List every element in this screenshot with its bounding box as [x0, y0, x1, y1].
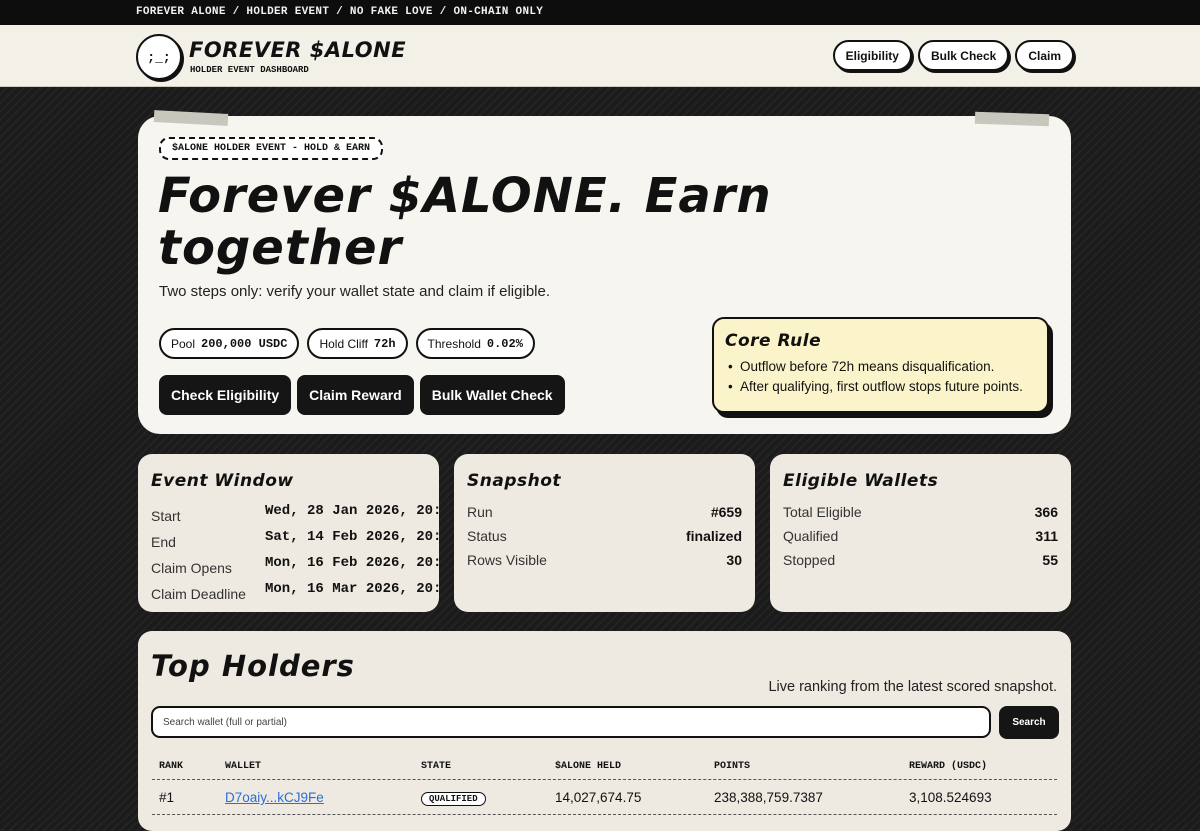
nav-claim-button[interactable]: Claim — [1015, 40, 1074, 71]
site-header: ;_; FOREVER $ALONE HOLDER EVENT DASHBOAR… — [0, 25, 1200, 87]
nav-bulk-check-button[interactable]: Bulk Check — [917, 40, 1010, 71]
hold-cliff-stat: Hold Cliff 72h — [307, 328, 408, 359]
snapshot-rows-visible-label: Rows Visible — [467, 552, 547, 568]
claim-reward-button[interactable]: Claim Reward — [297, 375, 414, 415]
hold-cliff-stat-value: 72h — [373, 336, 396, 351]
stopped-value: 55 — [1042, 552, 1058, 568]
snapshot-rows-visible-value: 30 — [726, 552, 742, 568]
snapshot-title: Snapshot — [467, 471, 562, 491]
hero-actions: Check Eligibility Claim Reward Bulk Wall… — [159, 375, 565, 415]
column-header-rank[interactable]: RANK — [159, 761, 183, 772]
hero-subtitle: Two steps only: verify your wallet state… — [159, 283, 551, 300]
core-rule-card: Core Rule Outflow before 72h means disqu… — [712, 317, 1049, 413]
claim-opens-label: Claim Opens — [151, 559, 232, 576]
top-holders-section: Top Holders Live ranking from the latest… — [138, 631, 1071, 831]
event-end-label: End — [151, 533, 176, 550]
top-holders-subtitle: Live ranking from the latest scored snap… — [768, 679, 1057, 695]
total-eligible-label: Total Eligible — [783, 504, 862, 520]
search-button[interactable]: Search — [999, 706, 1059, 739]
event-end-row: End Sat, 14 Feb 2026, 20:00 U — [151, 526, 439, 552]
logo-badge[interactable]: ;_; — [136, 34, 182, 80]
stats-row: Pool 200,000 USDC Hold Cliff 72h Thresho… — [159, 328, 535, 359]
event-end-value: Sat, 14 Feb 2026, 20:00 U — [265, 528, 439, 545]
column-header-held[interactable]: $ALONE HELD — [555, 761, 621, 772]
snapshot-run-value: #659 — [710, 504, 742, 520]
claim-opens-row: Claim Opens Mon, 16 Feb 2026, 20:00 U — [151, 552, 439, 578]
snapshot-run-label: Run — [467, 504, 493, 520]
row-held: 14,027,674.75 — [555, 790, 642, 805]
snapshot-status-row: Status finalized — [467, 524, 742, 548]
column-header-reward[interactable]: REWARD (USDC) — [909, 761, 987, 772]
top-ticker: FOREVER ALONE / HOLDER EVENT / NO FAKE L… — [0, 0, 1200, 25]
hero-title: Forever $ALONE. Earn together — [158, 168, 772, 276]
row-wallet-link[interactable]: D7oaiy...kCJ9Fe — [225, 790, 324, 805]
total-eligible-row: Total Eligible 366 — [783, 500, 1058, 524]
wallet-search-input[interactable] — [151, 706, 991, 738]
table-header: RANK WALLET STATE $ALONE HELD POINTS REW… — [152, 755, 1057, 780]
claim-deadline-row: Claim Deadline Mon, 16 Mar 2026, 20:00 — [151, 578, 439, 604]
snapshot-status-value: finalized — [685, 528, 742, 544]
brand-title[interactable]: FOREVER $ALONE — [189, 38, 406, 62]
qualified-label: Qualified — [783, 528, 839, 544]
qualified-row: Qualified 311 — [783, 524, 1058, 548]
claim-deadline-label: Claim Deadline — [151, 585, 246, 602]
qualified-value: 311 — [1035, 528, 1058, 544]
column-header-wallet[interactable]: WALLET — [225, 761, 261, 772]
brand-subtitle: HOLDER EVENT DASHBOARD — [190, 65, 309, 75]
tape-decoration — [974, 111, 1050, 127]
eligible-wallets-card: Eligible Wallets Total Eligible 366 Qual… — [770, 454, 1071, 612]
check-eligibility-button[interactable]: Check Eligibility — [159, 375, 292, 415]
row-points: 238,388,759.7387 — [714, 790, 823, 805]
threshold-stat-value: 0.02% — [486, 336, 523, 351]
row-rank: #1 — [159, 790, 175, 805]
event-start-row: Start Wed, 28 Jan 2026, 20:00 U — [151, 500, 439, 526]
stopped-row: Stopped 55 — [783, 548, 1058, 572]
pool-stat: Pool 200,000 USDC — [159, 328, 300, 359]
row-state-badge: QUALIFIED — [421, 792, 486, 806]
column-header-points[interactable]: POINTS — [714, 761, 750, 772]
tape-decoration — [153, 110, 229, 126]
pool-stat-label: Pool — [171, 336, 196, 351]
event-tag: $ALONE HOLDER EVENT - HOLD & EARN — [159, 137, 384, 160]
core-rule-list: Outflow before 72h means disqualificatio… — [725, 359, 1036, 394]
row-reward: 3,108.524693 — [909, 790, 992, 805]
nav-eligibility-button[interactable]: Eligibility — [832, 40, 912, 71]
bulk-wallet-check-button[interactable]: Bulk Wallet Check — [419, 375, 565, 415]
stopped-label: Stopped — [783, 552, 836, 568]
event-start-value: Wed, 28 Jan 2026, 20:00 U — [265, 502, 439, 519]
threshold-stat-label: Threshold — [427, 336, 481, 351]
eligible-wallets-title: Eligible Wallets — [783, 471, 939, 491]
snapshot-status-label: Status — [467, 528, 507, 544]
claim-opens-value: Mon, 16 Feb 2026, 20:00 U — [265, 554, 439, 571]
snapshot-run-row: Run #659 — [467, 500, 742, 524]
snapshot-rows-visible-row: Rows Visible 30 — [467, 548, 742, 572]
claim-deadline-value: Mon, 16 Mar 2026, 20:00 — [265, 580, 439, 597]
pool-stat-value: 200,000 USDC — [201, 336, 288, 351]
event-window-card: Event Window Start Wed, 28 Jan 2026, 20:… — [138, 454, 439, 612]
core-rule-item: After qualifying, first outflow stops fu… — [725, 379, 1036, 394]
core-rule-title: Core Rule — [725, 331, 822, 351]
event-window-title: Event Window — [151, 471, 294, 491]
threshold-stat: Threshold 0.02% — [415, 328, 535, 359]
event-start-label: Start — [151, 507, 181, 524]
header-nav: Eligibility Bulk Check Claim — [832, 40, 1074, 71]
total-eligible-value: 366 — [1034, 504, 1058, 520]
top-holders-title: Top Holders — [151, 649, 355, 683]
core-rule-item: Outflow before 72h means disqualificatio… — [725, 359, 1036, 374]
table-row: #1 D7oaiy...kCJ9Fe QUALIFIED 14,027,674.… — [152, 781, 1057, 815]
hero-card: $ALONE HOLDER EVENT - HOLD & EARN Foreve… — [138, 110, 1071, 434]
column-header-state[interactable]: STATE — [421, 761, 451, 772]
hold-cliff-stat-label: Hold Cliff — [319, 336, 368, 351]
snapshot-card: Snapshot Run #659 Status finalized Rows … — [454, 454, 755, 612]
